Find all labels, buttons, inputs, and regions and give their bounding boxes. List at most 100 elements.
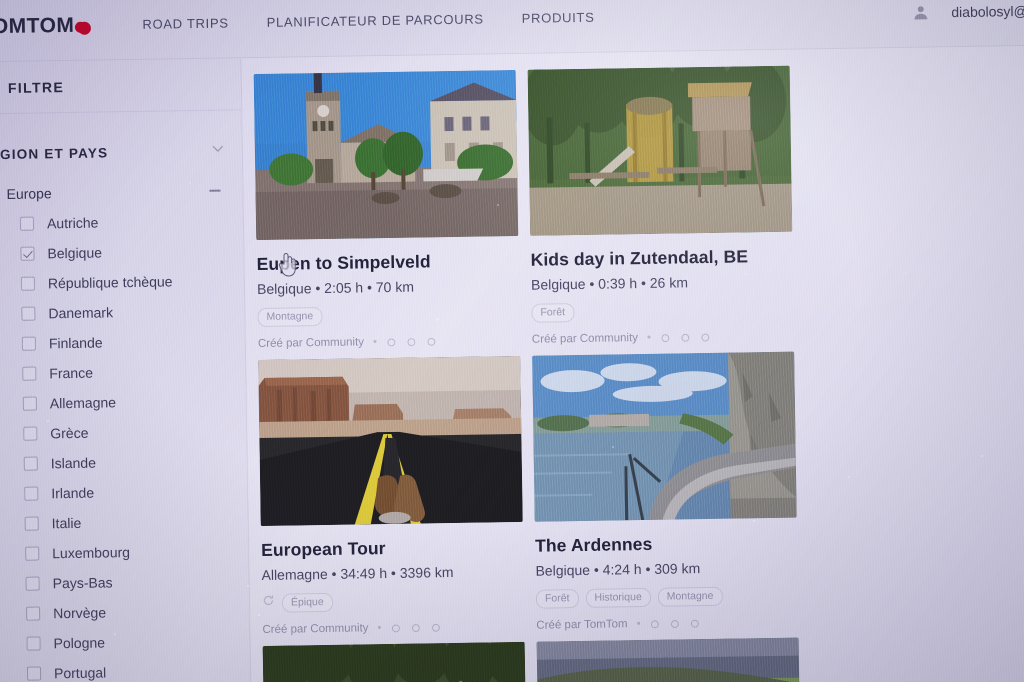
checkbox-portugal[interactable] xyxy=(27,666,41,680)
road-trip-card[interactable]: Mergelland routePays-Bas • 2:58 h • 121 … xyxy=(537,638,803,682)
road-trip-card[interactable]: Eupen to Simpelveld Belgique • 2:05 h • 7… xyxy=(254,70,520,350)
card-byline: Créé par TomTom • xyxy=(536,616,798,632)
country-row-r-publique-tch-que[interactable]: République tchèque xyxy=(0,265,244,299)
country-row-europe[interactable]: Europe xyxy=(0,175,243,209)
country-row-pays-bas[interactable]: Pays-Bas xyxy=(0,565,249,599)
country-label: Finlande xyxy=(49,334,103,351)
photographed-screen: TOMTOM ROAD TRIPS PLANIFICATEUR DE PARCO… xyxy=(0,0,1024,682)
tomtom-logo-hand-icon xyxy=(77,22,90,35)
eye-icon[interactable] xyxy=(660,332,671,343)
country-row-belgique[interactable]: Belgique xyxy=(0,235,244,269)
byline-separator: • xyxy=(373,336,377,348)
card-meta: Allemagne • 34:49 h • 3396 km xyxy=(261,563,523,583)
bookmark-icon[interactable] xyxy=(430,622,441,633)
checkbox-finlande[interactable] xyxy=(22,337,36,351)
forest-playground-photo[interactable] xyxy=(528,66,793,236)
country-label: Pays-Bas xyxy=(53,574,113,591)
checkbox-r-publique-tch-que[interactable] xyxy=(21,277,35,291)
card-title[interactable]: The Ardennes xyxy=(535,532,797,557)
country-row-luxembourg[interactable]: Luxembourg xyxy=(0,535,248,569)
river-road-cliff-photo[interactable] xyxy=(532,352,797,522)
nav-link-products[interactable]: PRODUITS xyxy=(522,10,595,26)
round-trip-loop-icon xyxy=(262,594,275,612)
card-meta: Belgique • 2:05 h • 70 km xyxy=(257,277,519,297)
pine-forest-road-photo[interactable] xyxy=(263,642,528,682)
checkbox-pologne[interactable] xyxy=(26,636,40,650)
checkbox-france[interactable] xyxy=(22,367,36,381)
card-title[interactable]: Kids day in Zutendaal, BE xyxy=(530,246,792,271)
country-row-allemagne[interactable]: Allemagne xyxy=(0,385,246,419)
eye-icon[interactable] xyxy=(649,618,660,629)
tomtom-logo[interactable]: TOMTOM xyxy=(0,13,91,39)
nav-link-road-trips[interactable]: ROAD TRIPS xyxy=(142,15,228,31)
region-section-header[interactable]: RÉGION ET PAYS xyxy=(0,140,242,165)
country-row-irlande[interactable]: Irlande xyxy=(0,475,247,509)
country-row-france[interactable]: France xyxy=(0,355,246,389)
card-tag: Forêt xyxy=(531,303,574,323)
nav-link-route-planner[interactable]: PLANIFICATEUR DE PARCOURS xyxy=(267,11,484,29)
desert-highway-mesa-photo[interactable] xyxy=(258,356,523,526)
road-trip-card[interactable]: WWII BattlefieldsBelgique • 2:10 h • 143… xyxy=(263,642,529,682)
road-trip-card[interactable]: The Ardennes Belgique • 4:24 h • 309 km Fo… xyxy=(532,352,798,632)
country-label: Allemagne xyxy=(50,394,116,411)
country-row-norv-ge[interactable]: Norvège xyxy=(0,595,249,629)
bookmark-icon[interactable] xyxy=(689,618,700,629)
country-row-finlande[interactable]: Finlande xyxy=(0,325,245,359)
checkbox-autriche[interactable] xyxy=(20,217,34,231)
card-title[interactable]: Eupen to Simpelveld xyxy=(257,250,519,275)
country-tree: Europe Autriche Belgique République tchèque… xyxy=(0,175,251,682)
card-byline: Créé par Community • xyxy=(532,330,794,346)
road-trip-results: Eupen to Simpelveld Belgique • 2:05 h • 7… xyxy=(241,46,1024,682)
green-hills-castle-photo[interactable] xyxy=(537,638,802,682)
checkbox-gr-ce[interactable] xyxy=(23,427,37,441)
card-tag: Épique xyxy=(282,592,333,612)
country-row-gr-ce[interactable]: Grèce xyxy=(0,415,247,449)
card-author-text: Créé par Community xyxy=(532,332,638,346)
country-row-italie[interactable]: Italie xyxy=(0,505,248,539)
road-trip-grid: Eupen to Simpelveld Belgique • 2:05 h • 7… xyxy=(254,62,1024,682)
checkbox-belgique[interactable] xyxy=(20,247,34,261)
card-author-text: Créé par TomTom xyxy=(536,618,627,631)
eye-icon[interactable] xyxy=(386,336,397,347)
bookmark-icon[interactable] xyxy=(426,336,437,347)
eye-icon[interactable] xyxy=(390,622,401,633)
browser-viewport: TOMTOM ROAD TRIPS PLANIFICATEUR DE PARCO… xyxy=(0,0,1024,682)
country-label: Europe xyxy=(6,185,51,202)
checkbox-danemark[interactable] xyxy=(21,307,35,321)
country-row-portugal[interactable]: Portugal xyxy=(0,655,250,682)
country-row-autriche[interactable]: Autriche xyxy=(0,205,243,239)
checkbox-pays-bas[interactable] xyxy=(26,577,40,591)
byline-separator: • xyxy=(636,618,640,630)
chevron-down-icon[interactable] xyxy=(210,141,226,162)
country-row-islande[interactable]: Islande xyxy=(0,445,247,479)
country-row-danemark[interactable]: Danemark xyxy=(0,295,245,329)
road-trip-card[interactable]: Kids day in Zutendaal, BE Belgique • 0:39… xyxy=(528,66,794,346)
checkbox-norv-ge[interactable] xyxy=(26,607,40,621)
country-label: Grèce xyxy=(50,425,88,442)
checkbox-irlande[interactable] xyxy=(24,487,38,501)
bookmark-icon[interactable] xyxy=(700,331,711,342)
heart-icon[interactable] xyxy=(406,336,417,347)
checkbox-luxembourg[interactable] xyxy=(25,547,39,561)
filter-sidebar: FILTRE RÉGION ET PAYS Europe Autriche Belg… xyxy=(0,58,252,682)
heart-icon[interactable] xyxy=(410,622,421,633)
minus-icon[interactable] xyxy=(209,190,220,192)
country-row-pologne[interactable]: Pologne xyxy=(0,625,250,659)
account-area[interactable]: diabolosyl@ xyxy=(911,1,1024,21)
checkbox-allemagne[interactable] xyxy=(23,397,37,411)
heart-icon[interactable] xyxy=(680,332,691,343)
heart-icon[interactable] xyxy=(669,618,680,629)
country-label: Pologne xyxy=(53,634,105,651)
town-square-church-tower-photo[interactable] xyxy=(254,70,519,240)
country-label: Portugal xyxy=(54,664,106,681)
checkbox-islande[interactable] xyxy=(24,457,38,471)
account-username[interactable]: diabolosyl@ xyxy=(951,2,1024,19)
card-tag: Forêt xyxy=(536,589,579,609)
card-byline: Créé par Community • xyxy=(258,334,520,350)
road-trip-card[interactable]: European Tour Allemagne • 34:49 h • 3396 … xyxy=(258,356,524,636)
checkbox-italie[interactable] xyxy=(25,517,39,531)
country-label: Autriche xyxy=(47,215,99,232)
user-avatar-icon xyxy=(911,3,929,21)
card-title[interactable]: European Tour xyxy=(261,536,523,561)
country-label: Islande xyxy=(51,455,96,472)
